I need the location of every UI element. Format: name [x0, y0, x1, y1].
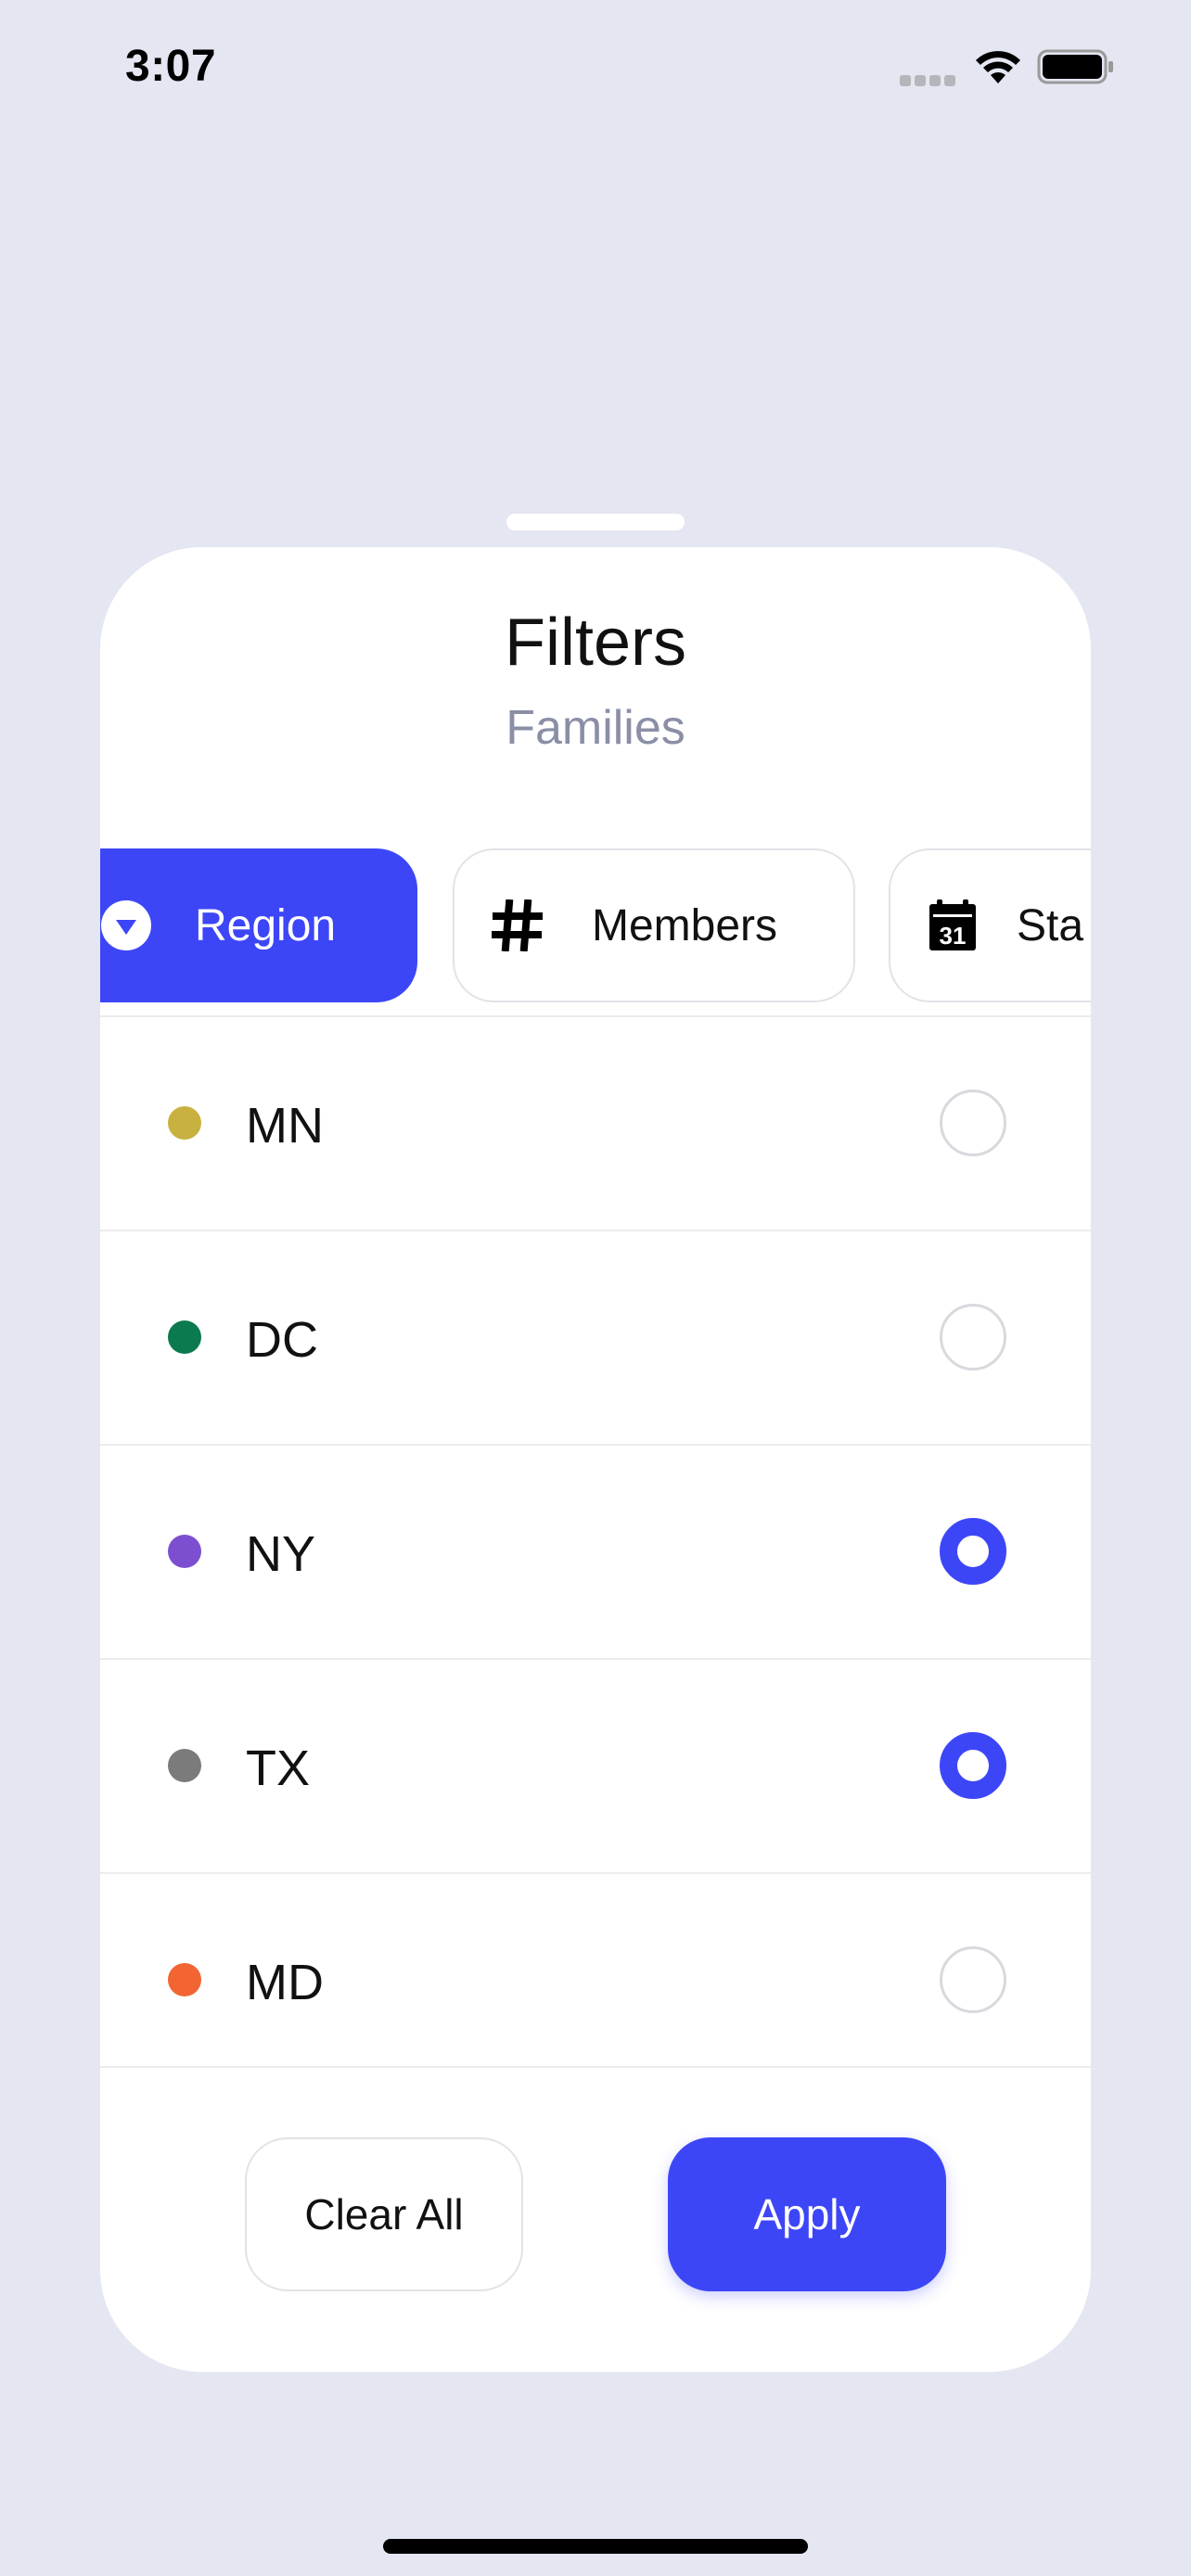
- color-dot: [168, 1106, 201, 1140]
- clear-all-button[interactable]: Clear All: [245, 2137, 523, 2291]
- list-item[interactable]: MD: [100, 1874, 1091, 2086]
- filters-sheet: Filters Families Region Members 31 Sta M…: [100, 547, 1091, 2372]
- list-item[interactable]: DC: [100, 1231, 1091, 1444]
- battery-icon: [1037, 48, 1115, 90]
- tab-label: Sta: [1017, 900, 1084, 950]
- radio-button[interactable]: [940, 1304, 1006, 1371]
- tab-region[interactable]: Region: [100, 848, 417, 1002]
- hashtag-icon: [492, 899, 544, 951]
- radio-button-selected[interactable]: [940, 1518, 1006, 1585]
- chevron-down-circle-icon: [100, 899, 152, 951]
- option-label: MD: [246, 1955, 324, 2010]
- option-label: TX: [246, 1741, 311, 1796]
- option-label: DC: [246, 1312, 318, 1368]
- tab-members[interactable]: Members: [453, 848, 855, 1002]
- sheet-subtitle: Families: [506, 701, 685, 755]
- color-dot: [168, 1320, 201, 1354]
- cellular-signal-icon: [900, 74, 959, 91]
- tab-start[interactable]: 31 Sta: [889, 848, 1091, 1002]
- radio-button-selected[interactable]: [940, 1732, 1006, 1799]
- status-time: 3:07: [125, 42, 217, 91]
- color-dot: [168, 1963, 201, 1996]
- option-label: NY: [246, 1526, 316, 1582]
- radio-button[interactable]: [940, 1090, 1006, 1156]
- radio-button[interactable]: [940, 1946, 1006, 2013]
- tab-label: Members: [592, 900, 778, 950]
- filter-tabs: Region Members 31 Sta: [100, 848, 1091, 1006]
- color-dot: [168, 1749, 201, 1782]
- list-item[interactable]: NY: [100, 1446, 1091, 1658]
- svg-text:31: 31: [940, 922, 967, 950]
- apply-button[interactable]: Apply: [668, 2137, 946, 2291]
- sheet-grabber[interactable]: [506, 514, 685, 530]
- home-indicator: [383, 2539, 808, 2554]
- calendar-icon: 31: [928, 899, 978, 951]
- sheet-title: Filters: [505, 606, 686, 680]
- color-dot: [168, 1535, 201, 1568]
- list-item[interactable]: MN: [100, 1017, 1091, 1230]
- region-options-list: MN DC NY TX MD: [100, 1015, 1091, 2068]
- wifi-icon: [974, 48, 1022, 90]
- list-item[interactable]: TX: [100, 1660, 1091, 1872]
- option-label: MN: [246, 1098, 324, 1154]
- tab-label: Region: [195, 900, 337, 950]
